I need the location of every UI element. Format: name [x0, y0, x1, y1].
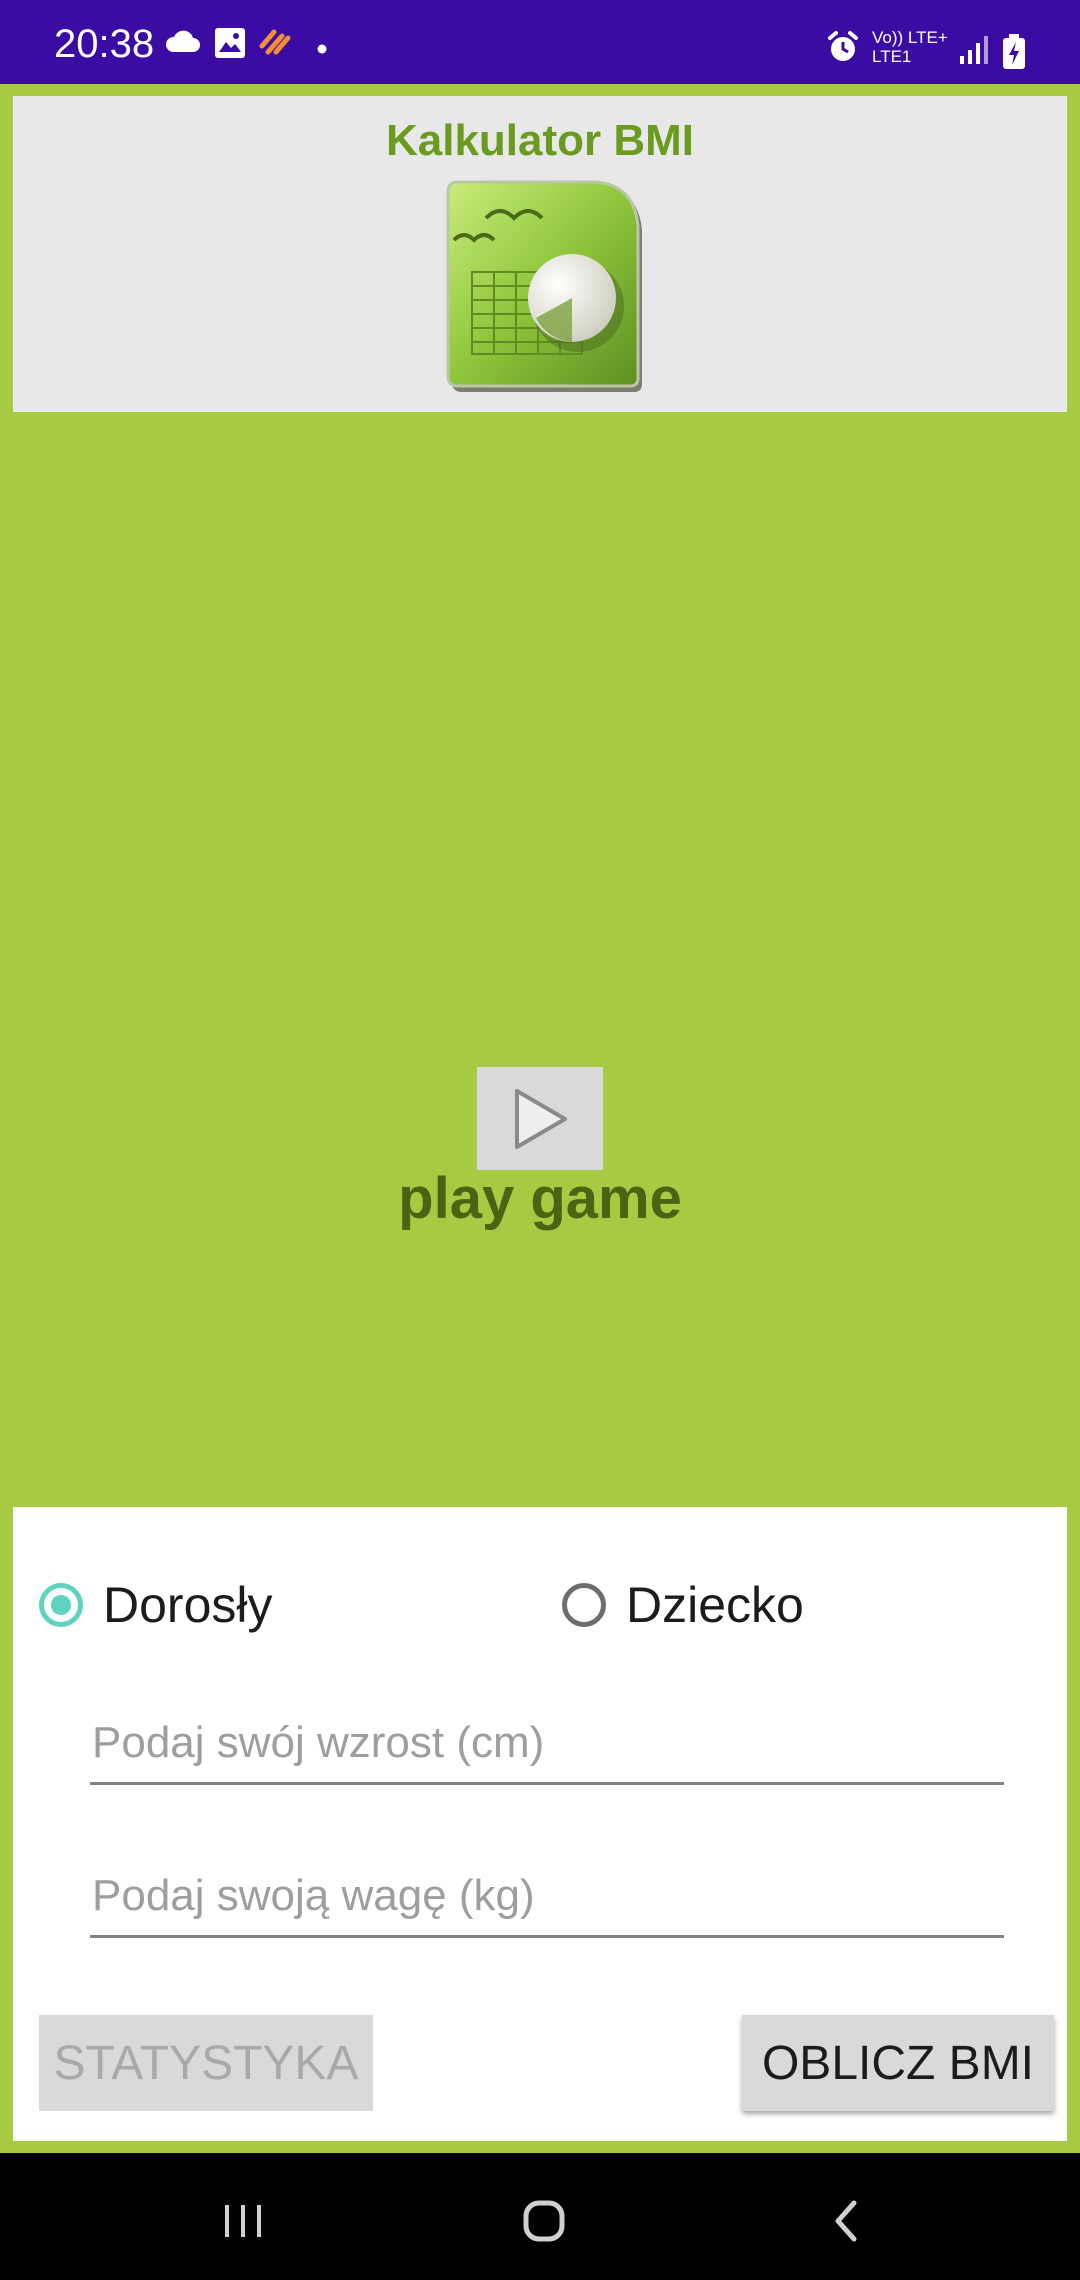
navigation-bar: [0, 2153, 1080, 2280]
statistics-button[interactable]: STATYSTYKA: [39, 2015, 373, 2111]
app-header: Kalkulator BMI: [13, 96, 1067, 412]
radio-adult[interactable]: Dorosły: [39, 1565, 272, 1645]
health-icon: [259, 29, 291, 55]
radio-checked-icon: [39, 1583, 83, 1627]
radio-unchecked-icon: [562, 1583, 606, 1627]
height-input[interactable]: [90, 1703, 1004, 1785]
back-icon[interactable]: [818, 2191, 878, 2251]
volte-bottom-text: LTE1: [872, 47, 912, 66]
radio-child-label: Dziecko: [626, 1577, 804, 1633]
battery-charging-icon: [1003, 34, 1025, 69]
recent-apps-icon[interactable]: [213, 2191, 273, 2251]
bmi-form: Dorosły Dziecko STATYSTYKA OBLICZ BMI: [13, 1507, 1067, 2141]
status-time: 20:38: [54, 22, 155, 66]
volte-icon: Vo)) LTE+ LTE1: [872, 28, 952, 66]
app-title: Kalkulator BMI: [385, 116, 695, 165]
dot-icon: [317, 44, 327, 54]
radio-adult-label: Dorosły: [103, 1577, 273, 1633]
cloud-icon: [165, 30, 200, 52]
radio-child[interactable]: Dziecko: [562, 1565, 804, 1645]
play-button[interactable]: [477, 1067, 603, 1170]
play-icon: [515, 1089, 567, 1149]
calculate-bmi-button[interactable]: OBLICZ BMI: [742, 2015, 1054, 2111]
spreadsheet-chart-logo-icon: [446, 180, 642, 392]
weight-input[interactable]: [90, 1856, 1004, 1938]
volte-top-text: Vo)) LTE+: [872, 28, 948, 47]
status-bar: 20:38 Vo)) LTE+ LTE1: [0, 0, 1080, 84]
home-icon[interactable]: [514, 2191, 574, 2251]
play-game-label: play game: [398, 1166, 682, 1231]
image-icon: [215, 28, 245, 58]
signal-icon: [960, 36, 988, 64]
alarm-icon: [828, 31, 858, 61]
